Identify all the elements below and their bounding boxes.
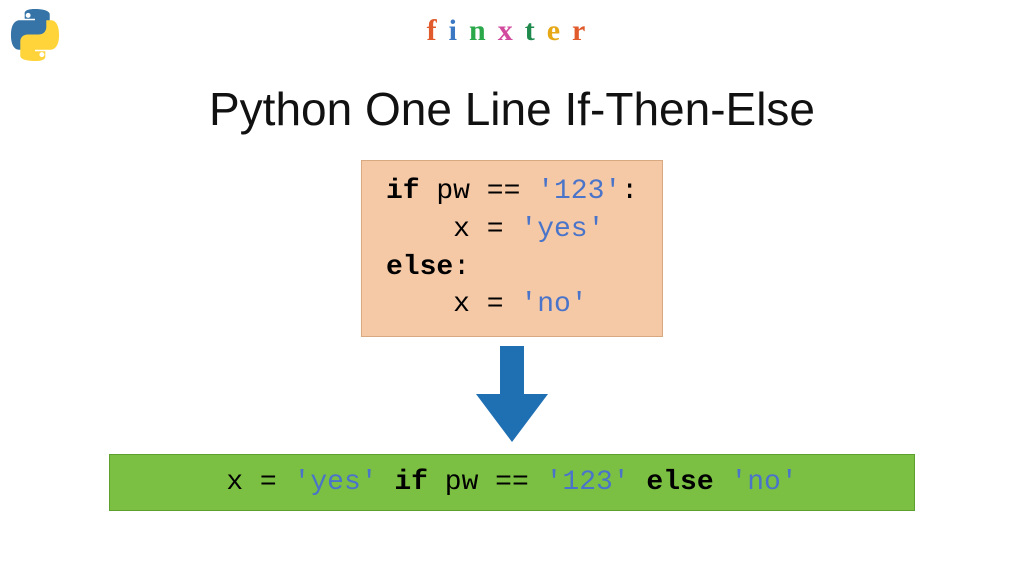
code-text: x =	[386, 214, 520, 245]
code-text	[630, 467, 647, 498]
page-title: Python One Line If-Then-Else	[209, 82, 815, 136]
code-text: x =	[226, 467, 293, 498]
brand-letter: n	[469, 14, 498, 48]
code-text: x =	[386, 289, 520, 320]
code-block-multiline: if pw == '123': x = 'yes' else: x = 'no'	[361, 160, 663, 337]
code-text: :	[621, 176, 638, 207]
brand-letter: e	[547, 14, 572, 48]
keyword-else: else	[646, 467, 713, 498]
code-text	[378, 467, 395, 498]
brand-letter: f	[427, 14, 449, 48]
keyword-else: else	[386, 252, 453, 283]
arrow-down-icon	[476, 346, 548, 447]
keyword-if: if	[386, 176, 420, 207]
string-literal: '123'	[546, 467, 630, 498]
code-text: pw ==	[420, 176, 538, 207]
string-literal: 'no'	[520, 289, 587, 320]
brand-letter: x	[498, 14, 525, 48]
code-text: pw ==	[428, 467, 546, 498]
brand-letter: r	[572, 14, 597, 48]
string-literal: 'no'	[730, 467, 797, 498]
keyword-if: if	[394, 467, 428, 498]
string-literal: 'yes'	[520, 214, 604, 245]
code-text	[714, 467, 731, 498]
brand-letter: i	[449, 14, 469, 48]
code-block-oneline: x = 'yes' if pw == '123' else 'no'	[109, 454, 915, 511]
string-literal: 'yes'	[294, 467, 378, 498]
string-literal: '123'	[537, 176, 621, 207]
brand-logo: finxter	[427, 14, 598, 48]
brand-letter: t	[525, 14, 547, 48]
code-text: :	[453, 252, 470, 283]
python-logo-icon	[8, 8, 62, 67]
